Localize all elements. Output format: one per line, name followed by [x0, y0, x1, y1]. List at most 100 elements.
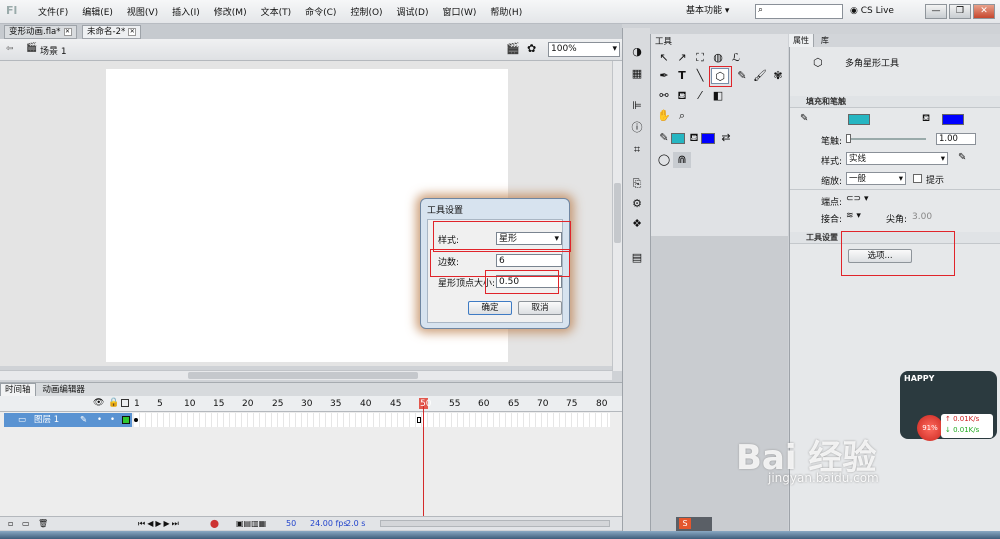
stroke-style-select[interactable]: 实线 ▾	[846, 152, 948, 165]
color-icon[interactable]: ◑	[628, 44, 646, 60]
stroke-slider[interactable]	[846, 138, 926, 140]
menu-view[interactable]: 视图(V)	[127, 5, 158, 18]
brush-tool[interactable]: 🖌	[751, 68, 769, 84]
maximize-button[interactable]: ❐	[949, 4, 971, 19]
stroke-slider-thumb[interactable]	[846, 134, 851, 143]
menu-debug[interactable]: 调试(D)	[397, 5, 429, 18]
scroll-thumb[interactable]	[614, 183, 621, 243]
menu-file[interactable]: 文件(F)	[38, 5, 68, 18]
menu-text[interactable]: 文本(T)	[261, 5, 292, 18]
motion-presets-icon[interactable]: ❖	[628, 216, 646, 232]
fill-color-swatch[interactable]	[942, 114, 964, 125]
lasso-tool[interactable]: ℒ	[727, 50, 745, 66]
vertical-scrollbar[interactable]	[612, 61, 622, 371]
align-icon[interactable]: ⊫	[628, 98, 646, 114]
edit-scene-icon[interactable]: 🎬	[506, 42, 520, 55]
tab-timeline[interactable]: 时间轴	[0, 383, 36, 396]
zoom-tool[interactable]: ⌕	[673, 108, 691, 124]
cancel-button[interactable]: 取消	[518, 301, 562, 315]
subselection-tool[interactable]: ↗	[673, 50, 691, 66]
object-drawing-icon[interactable]: ◯	[655, 152, 673, 168]
hint-checkbox[interactable]	[913, 174, 922, 183]
end-frame-marker[interactable]	[417, 417, 421, 423]
section-fill-stroke[interactable]: 填充和笔触	[790, 96, 1000, 108]
stroke-color-swatch[interactable]	[671, 133, 685, 144]
frames-area[interactable]	[134, 413, 610, 427]
horizontal-scrollbar[interactable]	[0, 370, 612, 380]
stroke-color-swatch[interactable]	[848, 114, 870, 125]
eraser-tool[interactable]: ◧	[709, 88, 727, 104]
scroll-thumb[interactable]	[188, 372, 418, 379]
center-frame-icon[interactable]: ⬤	[210, 517, 219, 530]
layer-color-swatch[interactable]	[122, 416, 130, 424]
menu-control[interactable]: 控制(O)	[350, 5, 382, 18]
edit-style-icon[interactable]: ✎	[958, 152, 966, 163]
library-icon[interactable]: ▤	[628, 250, 646, 266]
join-select[interactable]: ≋ ▾	[846, 211, 861, 221]
ok-button[interactable]: 确定	[468, 301, 512, 315]
ime-toolbar[interactable]: S	[676, 517, 712, 531]
lock-icon[interactable]: 🔒	[108, 398, 119, 408]
line-tool[interactable]: ╲	[691, 68, 709, 84]
delete-layer-icon[interactable]: 🗑	[38, 517, 48, 530]
fill-color-swatch[interactable]	[701, 133, 715, 144]
visibility-dot[interactable]: •	[97, 413, 102, 427]
snap-icon[interactable]: ⋒	[673, 152, 691, 168]
transform-icon[interactable]: ⌗	[628, 142, 646, 158]
eyedropper-tool[interactable]: ⁄	[691, 88, 709, 104]
new-folder-icon[interactable]: ▭	[22, 517, 30, 530]
code-snippets-icon[interactable]: ⎘	[628, 176, 646, 192]
free-transform-tool[interactable]: ⛶	[691, 50, 709, 66]
minimize-button[interactable]: —	[925, 4, 947, 19]
outline-icon[interactable]	[121, 399, 129, 407]
playback-controls[interactable]: ⏮◀▶▶⏭	[138, 517, 181, 530]
pencil-tool[interactable]: ✎	[733, 68, 751, 84]
deco-tool[interactable]: ✾	[769, 68, 787, 84]
menu-window[interactable]: 窗口(W)	[443, 5, 477, 18]
layer-row[interactable]: ▭ 图层 1 ✎ • •	[4, 413, 132, 427]
lock-dot[interactable]: •	[110, 413, 115, 427]
3d-rotation-tool[interactable]: ◍	[709, 50, 727, 66]
cs-live-button[interactable]: ◉ CS Live	[850, 4, 894, 19]
selection-tool[interactable]: ↖	[655, 50, 673, 66]
onion-skin-icon[interactable]: ▣▤▥▦	[236, 517, 266, 530]
paint-bucket-tool[interactable]: ⛾	[673, 88, 691, 104]
pen-tool[interactable]: ✒	[655, 68, 673, 84]
close-icon[interactable]: ✕	[63, 28, 72, 36]
bone-tool[interactable]: ⚯	[655, 88, 673, 104]
miter-value[interactable]: 3.00	[912, 212, 932, 222]
tab-properties[interactable]: 属性	[789, 34, 814, 47]
timeline-hscroll[interactable]	[380, 520, 610, 527]
keyframe-dot[interactable]	[134, 418, 138, 422]
back-arrow-icon[interactable]: ⇦	[6, 44, 14, 54]
swatches-icon[interactable]: ▦	[628, 66, 646, 82]
current-frame[interactable]: 50	[286, 517, 296, 530]
info-icon[interactable]: ⓘ	[628, 120, 646, 136]
scale-select[interactable]: 一般 ▾	[846, 172, 906, 185]
close-button[interactable]: ✕	[973, 4, 995, 19]
help-search-input[interactable]: ⌕	[755, 4, 843, 19]
doc-tab-untitled[interactable]: 未命名-2* ✕	[82, 25, 142, 39]
sogou-icon[interactable]: S	[679, 518, 691, 529]
text-tool[interactable]: T	[673, 68, 691, 84]
new-layer-icon[interactable]: ▫	[8, 517, 13, 530]
swap-colors-icon[interactable]: ⇄	[717, 130, 735, 146]
menu-edit[interactable]: 编辑(E)	[82, 5, 113, 18]
tab-library[interactable]: 库	[817, 34, 833, 47]
stroke-width-input[interactable]: 1.00	[936, 133, 976, 145]
menu-modify[interactable]: 修改(M)	[214, 5, 247, 18]
edit-symbol-icon[interactable]: ✿	[527, 42, 536, 55]
components-icon[interactable]: ⚙	[628, 196, 646, 212]
menu-commands[interactable]: 命令(C)	[305, 5, 336, 18]
workspace-switcher[interactable]: 基本功能 ▾	[686, 3, 746, 19]
menu-insert[interactable]: 插入(I)	[172, 5, 200, 18]
hand-tool[interactable]: ✋	[655, 108, 673, 124]
frame-rate[interactable]: 24.00 fps	[310, 517, 348, 530]
doc-tab-morph[interactable]: 变形动画.fla* ✕	[4, 25, 77, 39]
cap-select[interactable]: ⊂⊃ ▾	[846, 194, 868, 204]
net-usage-ball[interactable]: 91%	[917, 415, 943, 441]
eye-icon[interactable]: 👁	[93, 398, 104, 408]
menu-help[interactable]: 帮助(H)	[490, 5, 522, 18]
close-icon[interactable]: ✕	[128, 28, 137, 36]
zoom-select[interactable]: 100% ▾	[548, 42, 620, 57]
